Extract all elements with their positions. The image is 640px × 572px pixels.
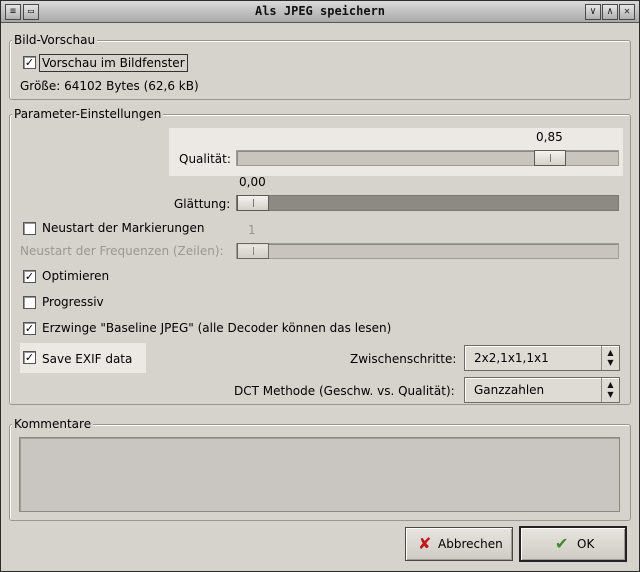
dialog-window: ≡ ▭ Als JPEG speichern ∨ ∧ ✕ Bild-Vorsch… [0, 0, 640, 572]
quality-label: Qualität: [179, 152, 231, 166]
minimize-icon[interactable]: ∨ [585, 4, 601, 20]
preview-checkbox-label[interactable]: Vorschau im Bildfenster [42, 56, 185, 70]
preview-group-label: Bild-Vorschau [12, 33, 98, 47]
restart-markers-checkbox[interactable] [23, 222, 36, 235]
params-group-label: Parameter-Einstellungen [12, 107, 164, 121]
optimize-label[interactable]: Optimieren [42, 269, 109, 283]
subsampling-label: Zwischenschritte: [350, 352, 457, 366]
preview-checkbox[interactable]: ✓ [23, 56, 36, 69]
comments-textarea[interactable] [19, 437, 620, 512]
maximize-icon[interactable]: ∧ [602, 4, 618, 20]
smoothing-value: 0,00 [239, 175, 266, 189]
progressive-label[interactable]: Progressiv [42, 295, 104, 309]
restart-markers-label[interactable]: Neustart der Markierungen [42, 221, 205, 235]
file-size-text: Größe: 64102 Bytes (62,6 kB) [20, 79, 199, 93]
cancel-button[interactable]: ✘ Abbrechen [405, 527, 513, 561]
restart-freq-label: Neustart der Frequenzen (Zeilen): [20, 244, 224, 258]
cancel-button-label: Abbrechen [438, 537, 503, 551]
smoothing-label: Glättung: [174, 197, 231, 211]
ok-button-label: OK [577, 537, 595, 551]
dct-label: DCT Methode (Geschw. vs. Qualität): [234, 384, 455, 398]
close-icon[interactable]: ✕ [619, 4, 635, 20]
smoothing-slider-handle[interactable] [237, 195, 269, 211]
updown-arrow-icon[interactable]: ▲ ▼ [601, 378, 619, 402]
subsampling-value: 2x2,1x1,1x1 [474, 351, 549, 365]
quality-slider-handle[interactable] [534, 150, 566, 166]
title-bar[interactable]: ≡ ▭ Als JPEG speichern ∨ ∧ ✕ [1, 1, 639, 23]
ok-check-icon: ✔ [555, 534, 569, 553]
subsampling-select[interactable]: 2x2,1x1,1x1 ▲ ▼ [464, 345, 620, 371]
save-exif-label[interactable]: Save EXIF data [42, 352, 132, 366]
dct-value: Ganzzahlen [474, 383, 545, 397]
cancel-x-icon: ✘ [418, 534, 432, 553]
restart-freq-slider [236, 243, 619, 259]
optimize-checkbox[interactable]: ✓ [23, 270, 36, 283]
restart-freq-value: 1 [248, 223, 256, 237]
dct-select[interactable]: Ganzzahlen ▲ ▼ [464, 377, 620, 403]
window-title: Als JPEG speichern [254, 4, 386, 18]
comments-group-label: Kommentare [12, 417, 94, 431]
baseline-checkbox[interactable]: ✓ [23, 322, 36, 335]
save-exif-checkbox[interactable]: ✓ [23, 351, 36, 364]
quality-value: 0,85 [536, 130, 563, 144]
restart-freq-slider-handle [237, 243, 269, 259]
baseline-label[interactable]: Erzwinge "Baseline JPEG" (alle Decoder k… [42, 321, 391, 335]
quality-slider[interactable] [236, 150, 619, 166]
progressive-checkbox[interactable] [23, 296, 36, 309]
smoothing-slider[interactable] [236, 195, 619, 211]
ok-button[interactable]: ✔ OK [519, 526, 627, 562]
updown-arrow-icon[interactable]: ▲ ▼ [601, 346, 619, 370]
